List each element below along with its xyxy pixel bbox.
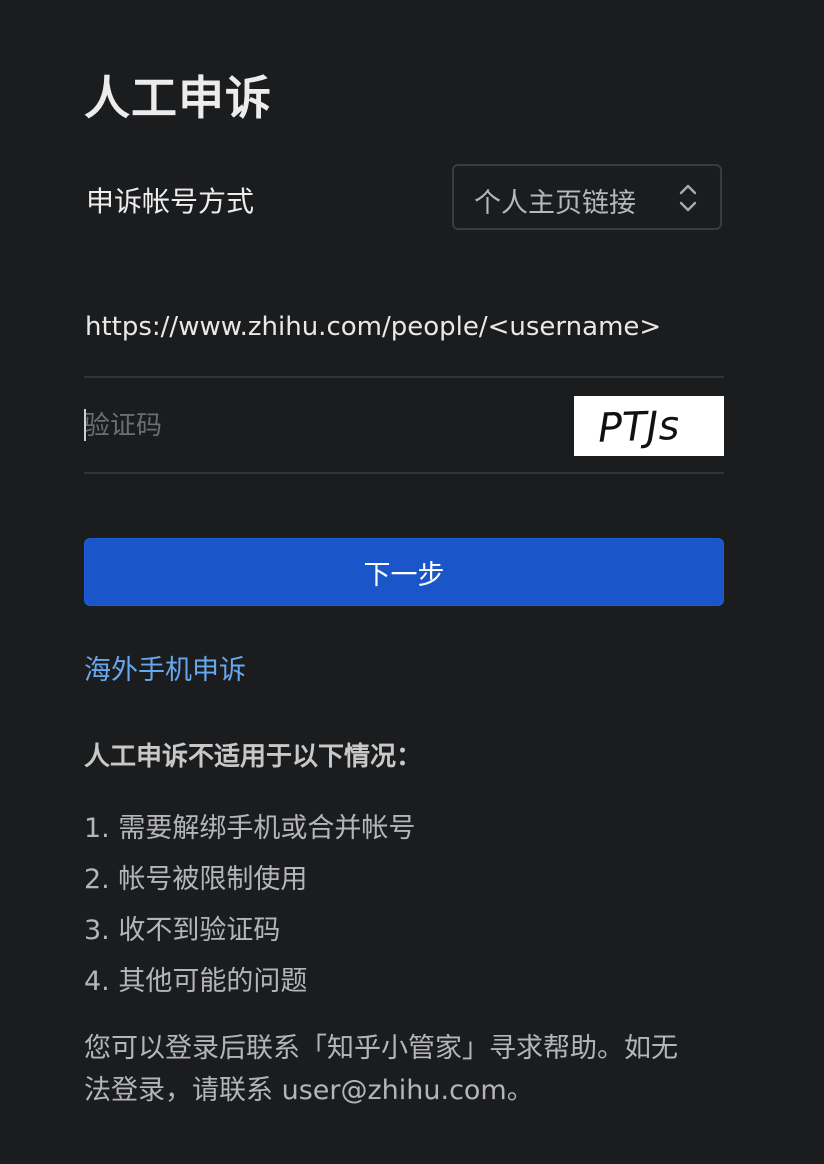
next-step-label: 下一步 (363, 559, 445, 591)
notice-item: 2. 帐号被限制使用 (84, 864, 308, 895)
help-footer-line: 您可以登录后联系「知乎小管家」寻求帮助。如无 (84, 1033, 678, 1064)
help-footer: 您可以登录后联系「知乎小管家」寻求帮助。如无 法登录，请联系 user@zhih… (84, 1028, 724, 1112)
captcha-input[interactable] (84, 398, 554, 454)
method-select[interactable]: 个人主页链接 (452, 164, 722, 230)
text-cursor (84, 409, 86, 441)
captcha-text: PTJs (597, 403, 680, 452)
method-label: 申诉帐号方式 (86, 185, 255, 218)
captcha-image[interactable]: PTJs (574, 396, 724, 456)
next-step-button[interactable]: 下一步 (84, 538, 724, 606)
divider (84, 376, 724, 378)
notice-item: 3. 收不到验证码 (84, 915, 281, 946)
notice-item: 1. 需要解绑手机或合并帐号 (84, 813, 416, 844)
appeal-page: 人工申诉 申诉帐号方式 个人主页链接 https://www.zhihu.com… (0, 0, 824, 1164)
page-title: 人工申诉 (84, 71, 272, 125)
method-select-value: 个人主页链接 (474, 188, 636, 219)
chevron-up-down-icon (679, 184, 697, 212)
help-footer-line: 法登录，请联系 user@zhihu.com。 (84, 1075, 534, 1106)
notice-item: 4. 其他可能的问题 (84, 966, 308, 997)
divider (84, 472, 724, 474)
overseas-phone-appeal-link[interactable]: 海外手机申诉 (84, 648, 246, 687)
captcha-code: PTJs (597, 403, 680, 452)
profile-url-text: https://www.zhihu.com/people/<username> (85, 312, 662, 342)
notice-heading: 人工申诉不适用于以下情况： (84, 742, 423, 772)
